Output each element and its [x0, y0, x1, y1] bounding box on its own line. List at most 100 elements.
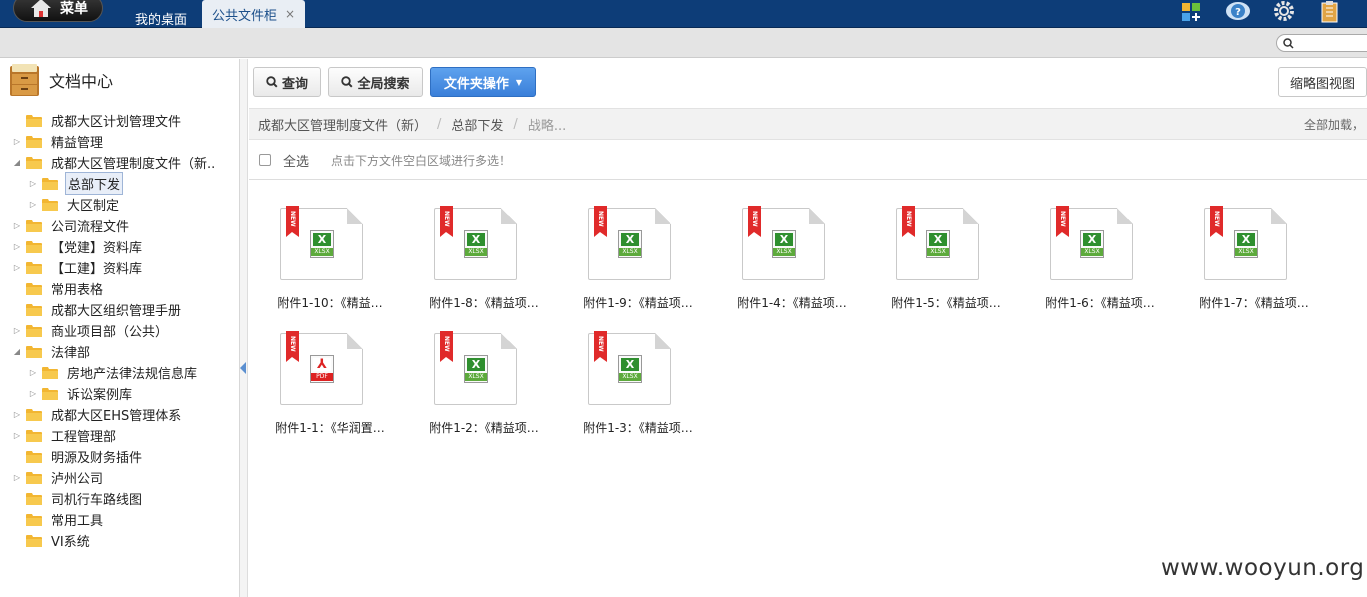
sidebar-item[interactable]: 司机行车路线图 — [12, 488, 144, 508]
search-input[interactable] — [1276, 34, 1367, 52]
gear-icon[interactable] — [1273, 0, 1297, 24]
sidebar-item[interactable]: 成都大区计划管理文件 — [12, 110, 183, 130]
sidebar-item[interactable]: ▷ 诉讼案例库 — [28, 383, 134, 403]
folder-icon — [26, 534, 42, 547]
breadcrumb-item[interactable]: 成都大区管理制度文件（新） — [258, 115, 427, 134]
expand-toggle-icon[interactable]: ▷ — [12, 431, 22, 440]
query-button[interactable]: 查询 — [253, 67, 321, 97]
expand-toggle-icon[interactable]: ▷ — [28, 389, 38, 398]
sidebar-item[interactable]: ◢ 法律部 — [12, 341, 92, 361]
sidebar-item[interactable]: 成都大区组织管理手册 — [12, 299, 183, 319]
excel-icon: X XLSX — [926, 230, 950, 258]
close-icon[interactable]: × — [285, 7, 295, 21]
file-item[interactable]: NEW X XLSX 附件1-7：《精益项… — [1184, 206, 1324, 326]
folder-icon — [42, 387, 58, 400]
file-item[interactable]: NEW X XLSX 附件1-3：《精益项… — [568, 331, 708, 451]
file-item[interactable]: NEW X XLSX 附件1-6：《精益项… — [1030, 206, 1170, 326]
sidebar-item[interactable]: ▷ 泸州公司 — [12, 467, 105, 487]
cabinet-icon — [9, 63, 40, 97]
new-ribbon-icon: NEW — [440, 331, 453, 362]
help-icon[interactable]: ? — [1225, 0, 1250, 24]
global-search-button[interactable]: 全局搜索 — [328, 67, 423, 97]
folder-icon — [42, 177, 58, 190]
expand-toggle-icon[interactable]: ◢ — [12, 347, 22, 356]
select-all-label[interactable]: 全选 — [283, 151, 309, 170]
file-item[interactable]: NEW X XLSX 附件1-4：《精益项… — [722, 206, 862, 326]
sidebar-item[interactable]: ▷ 工程管理部 — [12, 425, 118, 445]
expand-toggle-icon[interactable]: ▷ — [28, 179, 38, 188]
expand-toggle-icon[interactable]: ▷ — [12, 473, 22, 482]
collapse-sidebar-icon[interactable] — [240, 362, 246, 374]
new-ribbon-icon: NEW — [440, 206, 453, 237]
folder-ops-button[interactable]: 文件夹操作 ▼ — [430, 67, 536, 97]
file-name: 附件1-10：《精益… — [277, 296, 383, 310]
search-icon — [341, 76, 353, 88]
load-all-link[interactable]: 全部加载， — [1304, 116, 1364, 133]
sub-toolbar — [0, 28, 1367, 58]
sidebar-item[interactable]: ▷ 【党建】资料库 — [12, 236, 144, 256]
folder-icon — [26, 156, 42, 169]
sidebar-item-label: 常用工具 — [51, 513, 104, 529]
sidebar-item[interactable]: ▷ 成都大区EHS管理体系 — [12, 404, 183, 424]
file-ext-label: XLSX — [619, 373, 641, 381]
folder-icon — [26, 492, 42, 505]
file-item[interactable]: NEW ⅄ PDF 附件1-1：《华润置… — [260, 331, 400, 451]
sidebar-item-label: 商业项目部（公共） — [51, 324, 169, 340]
file-type-glyph: ⅄ — [313, 358, 331, 371]
sidebar-splitter[interactable] — [240, 59, 248, 597]
caret-down-icon: ▼ — [515, 77, 523, 87]
sidebar-item-label: 法律部 — [51, 345, 91, 361]
file-item[interactable]: NEW X XLSX 附件1-9：《精益项… — [568, 206, 708, 326]
sidebar-item[interactable]: ▷ 公司流程文件 — [12, 215, 131, 235]
sidebar-item[interactable]: ◢ 成都大区管理制度文件（新.. — [12, 152, 217, 172]
folder-icon — [26, 282, 42, 295]
sidebar-item[interactable]: ▷ 总部下发 — [28, 171, 124, 195]
expand-toggle-icon[interactable]: ▷ — [12, 326, 22, 335]
file-item[interactable]: NEW X XLSX 附件1-10：《精益… — [260, 206, 400, 326]
tab-public-cabinet[interactable]: 公共文件柜 × — [202, 0, 306, 28]
clipboard-icon[interactable] — [1319, 0, 1343, 24]
sidebar-item-label: 【工建】资料库 — [51, 261, 143, 277]
breadcrumb-separator: / — [513, 116, 518, 132]
folder-icon — [26, 324, 42, 337]
folder-icon — [26, 240, 42, 253]
breadcrumb-item[interactable]: 战略... — [528, 115, 566, 134]
sidebar-item[interactable]: ▷ 精益管理 — [12, 131, 105, 151]
sidebar-item[interactable]: ▷ 商业项目部（公共） — [12, 320, 170, 340]
file-name: 附件1-8：《精益项… — [429, 296, 539, 310]
expand-toggle-icon[interactable]: ▷ — [12, 137, 22, 146]
sidebar-item[interactable]: 常用工具 — [12, 509, 105, 529]
expand-toggle-icon[interactable]: ▷ — [12, 221, 22, 230]
watermark: www.wooyun.org — [1161, 555, 1365, 581]
sidebar-item-label: 成都大区计划管理文件 — [51, 114, 182, 130]
menu-button[interactable]: 菜单 — [13, 0, 103, 22]
apps-icon[interactable] — [1180, 0, 1204, 24]
search-icon — [1283, 38, 1294, 49]
file-item[interactable]: NEW X XLSX 附件1-5：《精益项… — [876, 206, 1016, 326]
expand-toggle-icon[interactable]: ▷ — [28, 368, 38, 377]
sidebar-item[interactable]: ▷ 房地产法律法规信息库 — [28, 362, 199, 382]
expand-toggle-icon[interactable]: ▷ — [12, 263, 22, 272]
new-ribbon-icon: NEW — [748, 206, 761, 237]
file-name: 附件1-6：《精益项… — [1045, 296, 1155, 310]
breadcrumb-item[interactable]: 总部下发 — [451, 115, 503, 134]
expand-toggle-icon[interactable]: ◢ — [12, 158, 22, 167]
file-name: 附件1-4：《精益项… — [737, 296, 847, 310]
sidebar-item[interactable]: VI系统 — [12, 530, 92, 550]
file-item[interactable]: NEW X XLSX 附件1-2：《精益项… — [414, 331, 554, 451]
sidebar-item[interactable]: ▷ 【工建】资料库 — [12, 257, 144, 277]
select-all-checkbox[interactable] — [259, 154, 271, 166]
file-name: 附件1-1：《华润置… — [275, 421, 385, 435]
file-type-glyph: X — [1083, 233, 1101, 246]
file-name: 附件1-5：《精益项… — [891, 296, 1001, 310]
sidebar-item[interactable]: 常用表格 — [12, 278, 105, 298]
sidebar-item-label: 成都大区EHS管理体系 — [51, 408, 182, 424]
expand-toggle-icon[interactable]: ▷ — [12, 242, 22, 251]
file-item[interactable]: NEW X XLSX 附件1-8：《精益项… — [414, 206, 554, 326]
expand-toggle-icon[interactable]: ▷ — [12, 410, 22, 419]
thumbnail-view-button[interactable]: 缩略图视图 — [1278, 67, 1367, 97]
sidebar-item[interactable]: ▷ 大区制定 — [28, 194, 121, 214]
expand-toggle-icon[interactable]: ▷ — [28, 200, 38, 209]
excel-icon: X XLSX — [772, 230, 796, 258]
sidebar-item[interactable]: 明源及财务插件 — [12, 446, 144, 466]
